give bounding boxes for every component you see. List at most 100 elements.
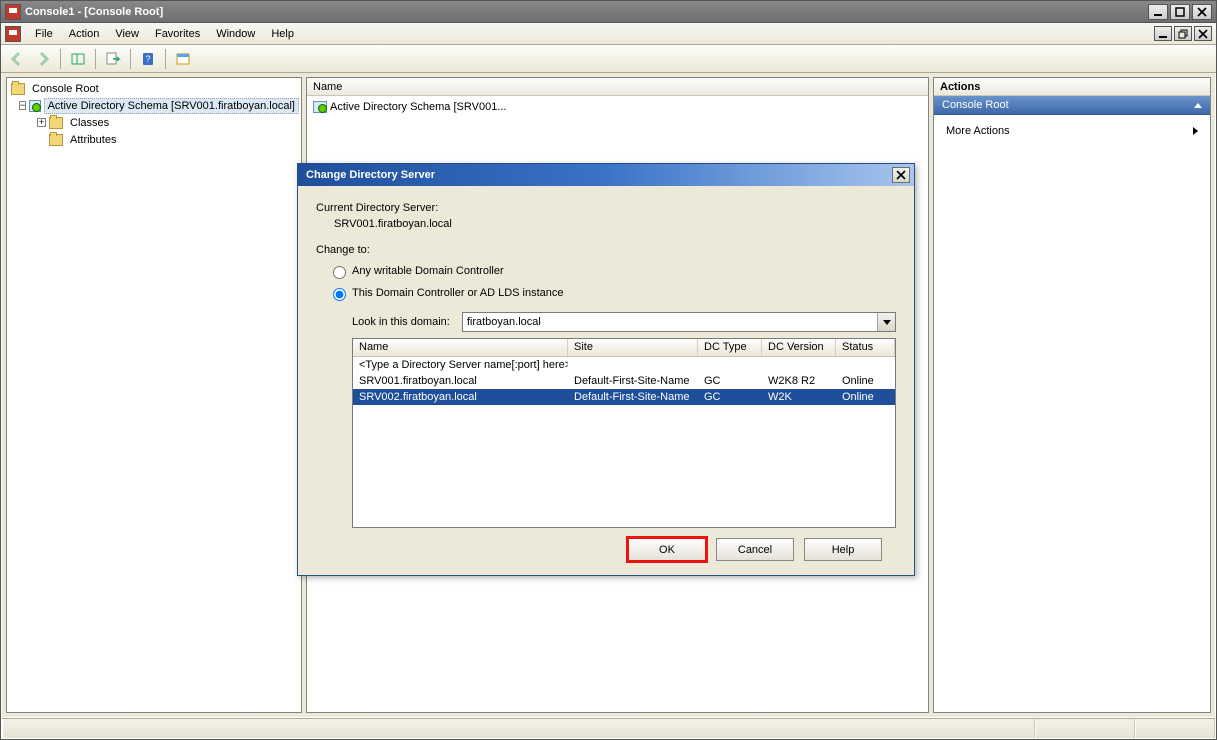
content-column-header[interactable]: Name <box>307 78 928 96</box>
help-button[interactable]: Help <box>804 538 882 561</box>
export-list-button[interactable] <box>101 48 125 70</box>
menu-window[interactable]: Window <box>208 25 263 43</box>
expander-plus-icon[interactable]: + <box>37 118 46 127</box>
menu-bar: File Action View Favorites Window Help <box>1 23 1216 45</box>
svg-text:?: ? <box>145 54 150 64</box>
close-button[interactable] <box>1192 4 1212 20</box>
dc-list-header: Name Site DC Type DC Version Status <box>353 339 895 357</box>
dialog-title: Change Directory Server <box>302 169 892 181</box>
help-button[interactable]: ? <box>136 48 160 70</box>
actions-section-title[interactable]: Console Root <box>934 96 1210 115</box>
app-icon <box>5 4 21 20</box>
show-hide-tree-button[interactable] <box>66 48 90 70</box>
tree-schema[interactable]: − Active Directory Schema [SRV001.firatb… <box>9 97 299 114</box>
chevron-down-icon <box>883 320 891 325</box>
cell-site <box>568 364 698 366</box>
toolbar-separator <box>165 49 166 69</box>
dialog-titlebar[interactable]: Change Directory Server <box>298 164 914 186</box>
cell-dctype: GC <box>698 390 762 404</box>
change-directory-server-dialog: Change Directory Server Current Director… <box>297 163 915 576</box>
doc-app-icon <box>5 26 21 42</box>
cell-status: Online <box>836 374 895 388</box>
folder-icon <box>49 134 63 146</box>
radio-any-writable-dc[interactable]: Any writable Domain Controller <box>328 263 896 279</box>
toolbar-separator <box>130 49 131 69</box>
cell-status <box>836 364 895 366</box>
table-row[interactable]: <Type a Directory Server name[:port] her… <box>353 357 895 373</box>
tree-classes-label[interactable]: Classes <box>66 115 113 131</box>
dc-list-body: <Type a Directory Server name[:port] her… <box>353 357 895 527</box>
col-site[interactable]: Site <box>568 339 698 356</box>
cell-dcver: W2K8 R2 <box>762 374 836 388</box>
toolbar-separator <box>60 49 61 69</box>
change-to-label: Change to: <box>316 244 896 256</box>
doc-restore-button[interactable] <box>1174 26 1192 41</box>
current-server-label: Current Directory Server: <box>316 202 896 214</box>
tree-attributes-label[interactable]: Attributes <box>66 132 120 148</box>
actions-section-label: Console Root <box>942 99 1009 111</box>
combo-dropdown-button[interactable] <box>877 313 895 331</box>
doc-close-button[interactable] <box>1194 26 1212 41</box>
doc-minimize-button[interactable] <box>1154 26 1172 41</box>
radio-this-input[interactable] <box>333 288 346 301</box>
menu-favorites[interactable]: Favorites <box>147 25 208 43</box>
dialog-close-button[interactable] <box>892 167 910 183</box>
col-dcversion[interactable]: DC Version <box>762 339 836 356</box>
status-bar <box>2 718 1215 738</box>
tree-root-label[interactable]: Console Root <box>28 81 103 97</box>
tree-attributes[interactable]: Attributes <box>9 131 299 148</box>
tree-panel: Console Root − Active Directory Schema [… <box>6 77 302 713</box>
domain-input[interactable] <box>463 313 877 331</box>
actions-header: Actions <box>934 78 1210 96</box>
radio-any-input[interactable] <box>333 266 346 279</box>
status-segment <box>1035 719 1135 738</box>
cell-dctype <box>698 364 762 366</box>
current-server-value: SRV001.firatboyan.local <box>334 218 896 230</box>
minimize-button[interactable] <box>1148 4 1168 20</box>
folder-icon <box>11 83 25 95</box>
new-window-button[interactable] <box>171 48 195 70</box>
table-row[interactable]: SRV002.firatboyan.local Default-First-Si… <box>353 389 895 405</box>
cell-name: SRV001.firatboyan.local <box>353 374 568 388</box>
tree-schema-label[interactable]: Active Directory Schema [SRV001.firatboy… <box>44 98 299 114</box>
ok-button[interactable]: OK <box>628 538 706 561</box>
list-item[interactable]: Active Directory Schema [SRV001... <box>309 98 926 115</box>
expander-minus-icon[interactable]: − <box>19 101 26 110</box>
action-more-actions-label: More Actions <box>946 125 1010 137</box>
maximize-button[interactable] <box>1170 4 1190 20</box>
col-dctype[interactable]: DC Type <box>698 339 762 356</box>
tree-classes[interactable]: + Classes <box>9 114 299 131</box>
cell-dcver <box>762 364 836 366</box>
actions-panel: Actions Console Root More Actions <box>933 77 1211 713</box>
menu-file[interactable]: File <box>27 25 61 43</box>
cell-site: Default-First-Site-Name <box>568 374 698 388</box>
cell-status: Online <box>836 390 895 404</box>
window-title: Console1 - [Console Root] <box>25 6 1148 18</box>
folder-icon <box>49 117 63 129</box>
radio-this-label: This Domain Controller or AD LDS instanc… <box>352 287 564 299</box>
content-header-name: Name <box>313 81 342 93</box>
table-row[interactable]: SRV001.firatboyan.local Default-First-Si… <box>353 373 895 389</box>
lookin-domain-label: Look in this domain: <box>352 316 450 328</box>
cell-site: Default-First-Site-Name <box>568 390 698 404</box>
col-status[interactable]: Status <box>836 339 895 356</box>
menu-action[interactable]: Action <box>61 25 108 43</box>
content-item-label: Active Directory Schema [SRV001... <box>330 101 506 113</box>
status-segment <box>2 719 1035 738</box>
radio-this-dc[interactable]: This Domain Controller or AD LDS instanc… <box>328 285 896 301</box>
cell-dctype: GC <box>698 374 762 388</box>
schema-icon <box>313 101 327 113</box>
tree-root[interactable]: Console Root <box>9 80 299 97</box>
domain-combo[interactable] <box>462 312 896 332</box>
window-titlebar: Console1 - [Console Root] <box>1 1 1216 23</box>
action-more-actions[interactable]: More Actions <box>944 121 1200 141</box>
radio-any-label: Any writable Domain Controller <box>352 265 504 277</box>
back-button <box>5 48 29 70</box>
toolbar: ? <box>1 45 1216 73</box>
schema-icon <box>29 100 40 112</box>
cancel-button[interactable]: Cancel <box>716 538 794 561</box>
col-name[interactable]: Name <box>353 339 568 356</box>
cell-name: SRV002.firatboyan.local <box>353 390 568 404</box>
menu-help[interactable]: Help <box>263 25 302 43</box>
menu-view[interactable]: View <box>107 25 147 43</box>
